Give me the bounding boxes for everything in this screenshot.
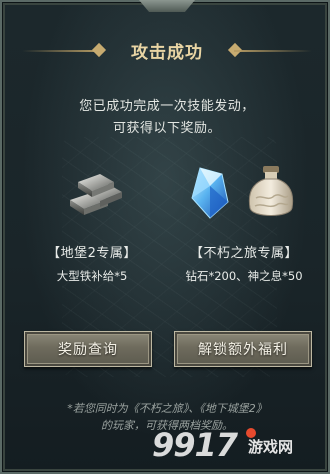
breath-jar-icon bbox=[240, 162, 302, 224]
reward-items-immortal-journey: 钻石*200、神之息*50 bbox=[185, 269, 303, 283]
iron-ingots-icon bbox=[64, 162, 126, 224]
footnote-line-1: *若您同时为《不朽之旅》、《地下城堡2》 bbox=[67, 402, 267, 415]
reward-query-button[interactable]: 奖励查询 bbox=[24, 331, 152, 367]
dialog-description: 您已成功完成一次技能发动， 可获得以下奖励。 bbox=[22, 96, 312, 140]
watermark-text: 游戏网 bbox=[248, 438, 294, 456]
unlock-extra-benefits-button[interactable]: 解锁额外福利 bbox=[174, 331, 312, 367]
diamond-crystal-icon bbox=[180, 162, 242, 224]
reward-dialog: 攻击成功 您已成功完成一次技能发动， 可获得以下奖励。 【地堡2专属】 【不朽之… bbox=[0, 0, 330, 474]
reward-group-label-immortal-journey: 【不朽之旅专属】 bbox=[189, 246, 298, 261]
dialog-header: 攻击成功 bbox=[22, 32, 312, 72]
description-line-1: 您已成功完成一次技能发动， bbox=[79, 99, 255, 114]
reward-group-label-bunker2: 【地堡2专属】 bbox=[47, 246, 137, 261]
site-watermark: 9917 游戏网 bbox=[152, 426, 328, 474]
watermark-number: 9917 bbox=[152, 426, 238, 464]
reward-items-bunker2: 大型铁补给*5 bbox=[56, 269, 128, 283]
description-line-2: 可获得以下奖励。 bbox=[112, 121, 221, 136]
title-divider-right bbox=[234, 50, 312, 52]
top-ornament bbox=[139, 0, 195, 12]
